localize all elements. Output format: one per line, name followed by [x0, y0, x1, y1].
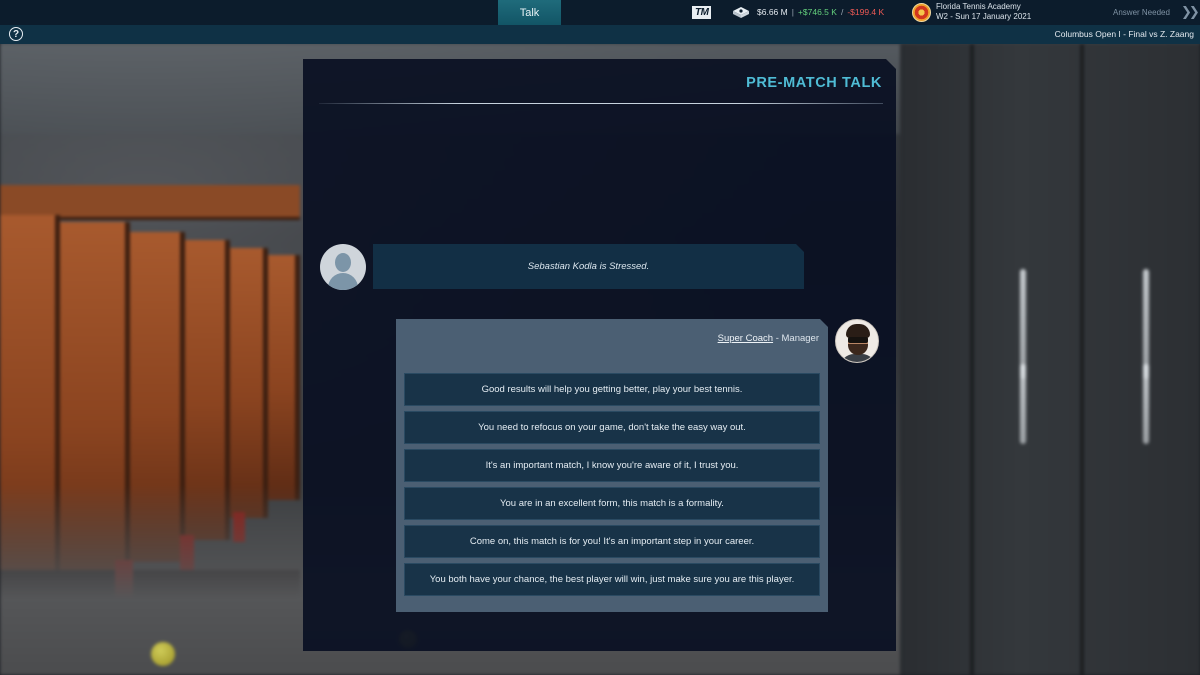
money-stack-icon — [733, 7, 749, 18]
double-chevron-right-icon[interactable]: ❯❯ — [1181, 4, 1200, 20]
player-message-bubble: Sebastian Kodla is Stressed. — [373, 244, 804, 289]
talk-option-2[interactable]: You need to refocus on your game, don't … — [404, 411, 820, 444]
talk-option-1[interactable]: Good results will help you getting bette… — [404, 373, 820, 406]
balance-value: $6.66 M — [757, 7, 788, 17]
talk-option-6[interactable]: You both have your chance, the best play… — [404, 563, 820, 596]
academy-info[interactable]: Florida Tennis Academy W2 - Sun 17 Janua… — [936, 2, 1031, 22]
panel-title: PRE-MATCH TALK — [746, 75, 882, 91]
player-avatar-icon — [320, 244, 366, 290]
finance-summary: $6.66 M | +$746.5 K / -$199.4 K — [757, 7, 884, 17]
expenses-value: -$199.4 K — [847, 7, 885, 17]
current-date: W2 - Sun 17 January 2021 — [936, 12, 1032, 21]
answer-needed-button[interactable]: Answer Needed — [1113, 8, 1170, 17]
tm-logo-icon: TM — [692, 6, 712, 19]
help-icon[interactable]: ? — [9, 27, 23, 41]
sub-bar: ? Columbus Open I - Final vs Z. Zaang — [0, 25, 1200, 44]
match-info: Columbus Open I - Final vs Z. Zaang — [1054, 29, 1194, 39]
academy-name: Florida Tennis Academy — [936, 2, 1021, 11]
coach-name-link[interactable]: Super Coach — [718, 333, 773, 344]
coach-header: Super Coach - Manager — [718, 333, 819, 344]
finance-separator: | — [791, 7, 794, 17]
talk-option-5[interactable]: Come on, this match is for you! It's an … — [404, 525, 820, 558]
player-message-text: Sebastian Kodla is Stressed. — [527, 261, 650, 272]
title-divider — [319, 103, 883, 104]
coach-avatar-icon — [835, 319, 879, 363]
coach-role: - Manager — [773, 333, 819, 344]
tab-talk[interactable]: Talk — [498, 0, 561, 25]
talk-option-4[interactable]: You are in an excellent form, this match… — [404, 487, 820, 520]
academy-logo-icon[interactable] — [912, 3, 931, 22]
talk-option-3[interactable]: It's an important match, I know you're a… — [404, 449, 820, 482]
income-value: +$746.5 K — [797, 7, 837, 17]
finance-slash: / — [840, 7, 844, 17]
top-bar: Talk TM $6.66 M | +$746.5 K / -$199.4 K Flor… — [0, 0, 1200, 25]
